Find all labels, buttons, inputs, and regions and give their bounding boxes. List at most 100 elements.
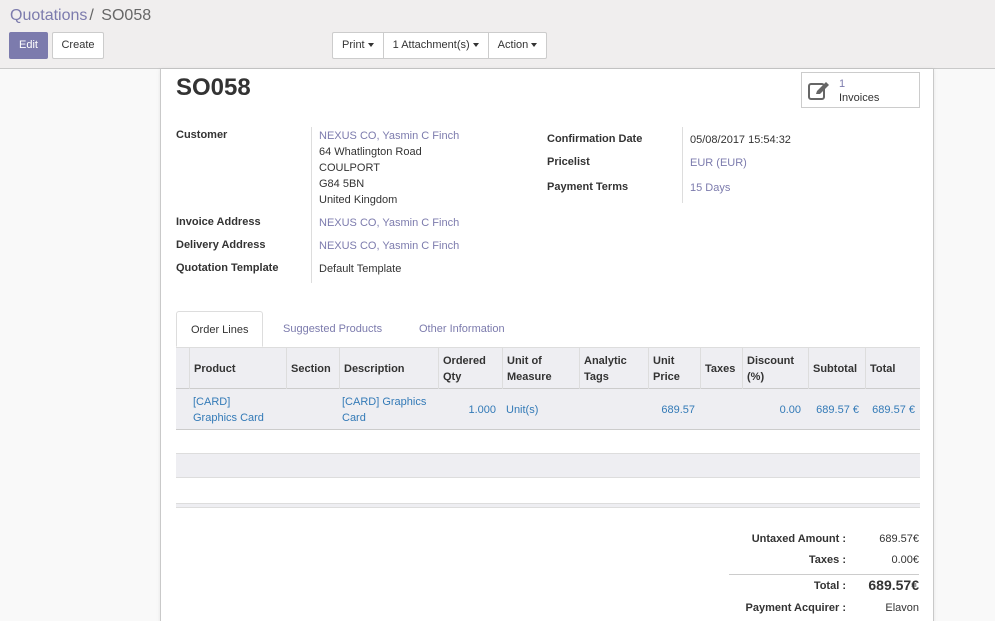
- cell-discount: 0.00: [779, 403, 801, 416]
- breadcrumb-current: SO058: [101, 7, 152, 24]
- cell-subtotal: 689.57 €: [816, 403, 859, 416]
- column-label: Description: [344, 362, 405, 375]
- record-title: SO058: [176, 74, 251, 101]
- edit-icon: [808, 82, 829, 100]
- payment-acquirer-value: Elavon: [885, 602, 919, 614]
- address-line: G84 5BN: [319, 178, 365, 190]
- confirmation-date-label: Confirmation Date: [547, 133, 643, 145]
- cell-unit-of-measure: Unit(s): [506, 403, 539, 416]
- confirmation-date-value: 05/08/2017 15:54:32: [690, 134, 791, 146]
- column-label: (%): [747, 370, 765, 383]
- column-label: Measure: [507, 370, 552, 383]
- column-label: Total: [870, 362, 896, 375]
- address-line: United Kingdom: [319, 194, 398, 206]
- quotation-template-value: Default Template: [319, 263, 402, 275]
- address-line: COULPORT: [319, 162, 380, 174]
- payment-terms-link[interactable]: 15 Days: [690, 182, 730, 194]
- untaxed-amount-label: Untaxed Amount :: [751, 533, 846, 545]
- action-label: Action: [497, 39, 529, 51]
- field-divider: [682, 127, 683, 203]
- column-label: Taxes: [705, 362, 736, 375]
- payment-terms-label: Payment Terms: [547, 181, 629, 193]
- quotation-template-label: Quotation Template: [176, 262, 279, 274]
- invoice-address-link[interactable]: NEXUS CO, Yasmin C Finch: [319, 217, 459, 229]
- total-label: Total :: [813, 580, 846, 592]
- table-row[interactable]: [CARD] Graphics Card [CARD] Graphics Card …: [176, 389, 920, 430]
- invoices-label: Invoices: [839, 92, 880, 104]
- cell-description: [CARD] Graphics Card: [338, 389, 438, 430]
- action-dropdown[interactable]: Action: [487, 32, 548, 59]
- form-sheet: SO058 1 Invoices Customer NEXUS CO, Yasm…: [160, 69, 934, 621]
- order-lines-table: Product Section Description Ordered Qty U…: [176, 347, 920, 430]
- invoices-count: 1: [839, 78, 846, 90]
- column-header-discount[interactable]: Discount (%): [742, 348, 808, 389]
- cell-text: [CARD] Graphics: [342, 395, 427, 408]
- total-value: 689.57€: [868, 577, 919, 593]
- column-header-subtotal[interactable]: Subtotal: [808, 348, 865, 389]
- chevron-down-icon: [367, 43, 374, 48]
- cell-ordered-qty: 1.000: [468, 403, 496, 416]
- cell-unit-price: 689.57: [661, 403, 695, 416]
- customer-link[interactable]: NEXUS CO, Yasmin C Finch: [319, 130, 459, 142]
- table-header: Product Section Description Ordered Qty U…: [176, 348, 920, 389]
- column-label: Ordered: [443, 354, 486, 367]
- delivery-address-label: Delivery Address: [176, 239, 266, 251]
- totals-divider: [729, 574, 919, 575]
- column-header-analytic-tags[interactable]: Analytic Tags: [579, 348, 648, 389]
- column-header-product[interactable]: Product: [189, 348, 286, 389]
- customer-label: Customer: [176, 129, 228, 141]
- column-label: Tags: [584, 370, 609, 383]
- control-panel: Quotations / SO058 Edit Create Print 1 At…: [0, 0, 995, 69]
- print-label: Print: [342, 39, 365, 51]
- column-label: Discount: [747, 354, 795, 367]
- payment-acquirer-label: Payment Acquirer :: [745, 602, 846, 614]
- cell-text: Card: [342, 411, 366, 424]
- pricelist-link[interactable]: EUR (EUR): [690, 157, 747, 169]
- attachments-dropdown[interactable]: 1 Attachment(s): [382, 32, 489, 59]
- column-header-section[interactable]: Section: [286, 348, 339, 389]
- column-label: Price: [653, 370, 680, 383]
- taxes-label: Taxes :: [808, 554, 846, 566]
- cell-product: [CARD] Graphics Card: [189, 389, 286, 430]
- chevron-down-icon: [472, 43, 479, 48]
- empty-table-row: [176, 453, 920, 478]
- cell-text: Graphics Card: [193, 411, 264, 424]
- sidebar-actions: Print 1 Attachment(s) Action: [332, 32, 548, 59]
- column-label: Unit of: [507, 354, 542, 367]
- invoices-smart-button[interactable]: 1 Invoices: [801, 72, 920, 108]
- breadcrumb-separator: /: [89, 7, 94, 24]
- chevron-down-icon: [531, 43, 538, 48]
- delivery-address-link[interactable]: NEXUS CO, Yasmin C Finch: [319, 240, 459, 252]
- untaxed-amount-value: 689.57€: [879, 533, 919, 545]
- attachments-label: 1 Attachment(s): [392, 39, 470, 51]
- column-label: Analytic: [584, 354, 627, 367]
- table-footer: [176, 503, 920, 508]
- column-label: Product: [194, 362, 236, 375]
- pricelist-label: Pricelist: [547, 156, 590, 168]
- tab-order-lines[interactable]: Order Lines: [176, 311, 264, 347]
- print-dropdown[interactable]: Print: [332, 32, 384, 59]
- breadcrumb: Quotations / SO058: [10, 7, 151, 25]
- address-line: 64 Whatlington Road: [319, 146, 422, 158]
- column-label: Section: [291, 362, 331, 375]
- edit-button[interactable]: Edit: [9, 32, 48, 59]
- create-button[interactable]: Create: [52, 32, 104, 59]
- taxes-value: 0.00€: [891, 554, 919, 566]
- column-header-unit-of-measure[interactable]: Unit of Measure: [502, 348, 579, 389]
- column-header-ordered-qty[interactable]: Ordered Qty: [438, 348, 502, 389]
- breadcrumb-quotations-link[interactable]: Quotations: [10, 7, 87, 24]
- tab-suggested-products[interactable]: Suggested Products: [269, 311, 396, 347]
- tab-other-information[interactable]: Other Information: [405, 311, 519, 347]
- notebook-tabs: Order Lines Suggested Products Other Inf…: [176, 311, 920, 347]
- column-header-taxes[interactable]: Taxes: [700, 348, 742, 389]
- field-divider: [311, 127, 312, 283]
- cell-total: 689.57 €: [872, 403, 915, 416]
- cell-text: [CARD]: [193, 395, 231, 408]
- column-header-total[interactable]: Total: [865, 348, 920, 389]
- invoice-address-label: Invoice Address: [176, 216, 261, 228]
- column-header-unit-price[interactable]: Unit Price: [648, 348, 700, 389]
- column-label: Qty: [443, 370, 462, 383]
- column-header-description[interactable]: Description: [339, 348, 438, 389]
- column-label: Unit: [653, 354, 675, 367]
- column-label: Subtotal: [813, 362, 857, 375]
